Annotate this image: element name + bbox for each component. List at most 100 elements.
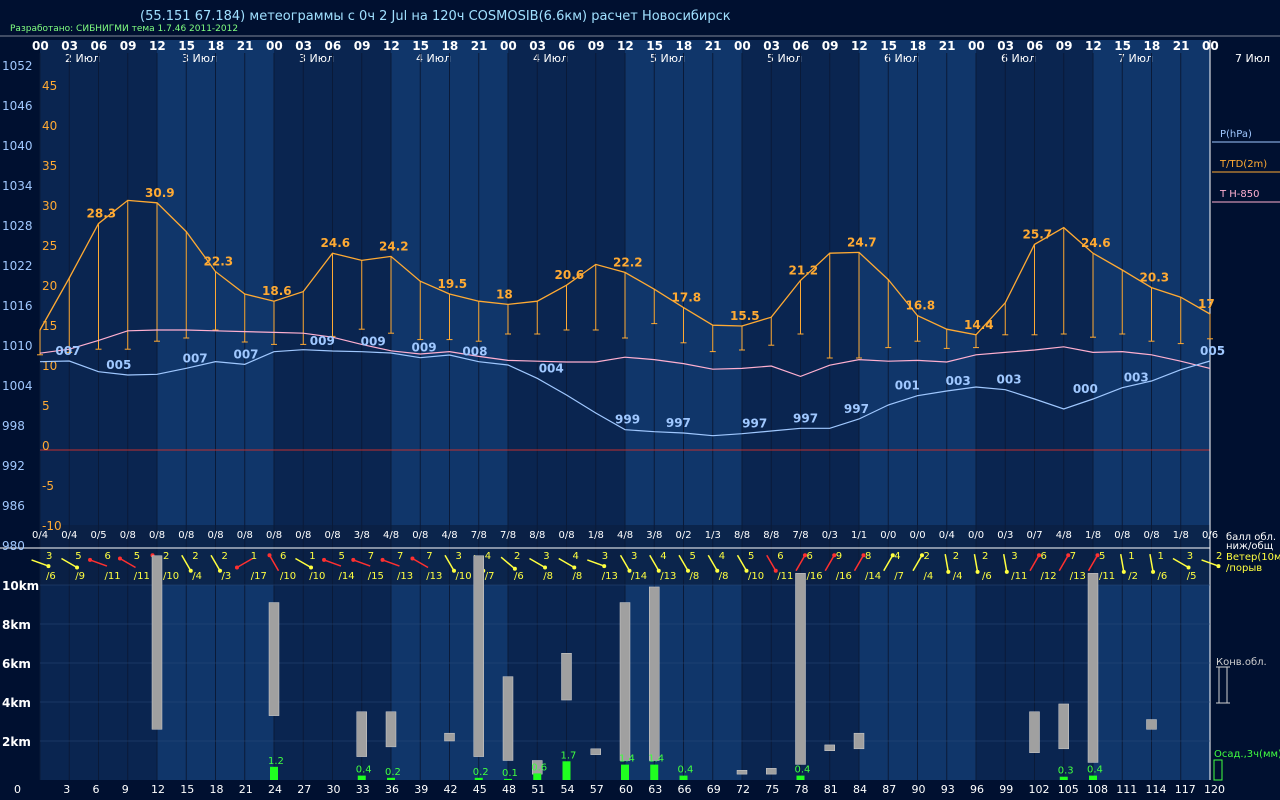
wind-gust: /11 xyxy=(105,571,121,582)
hour-label: 03 xyxy=(295,39,312,53)
conv-cloud-bar xyxy=(385,711,397,748)
conv-cloud-bar xyxy=(356,711,367,757)
wind-speed: 5 xyxy=(1099,551,1105,562)
pressure-value-label: 008 xyxy=(462,345,487,359)
hour-label: 09 xyxy=(588,39,605,53)
legend-cloud2: ниж/общ xyxy=(1226,541,1273,552)
conv-cloud-bar xyxy=(473,555,484,757)
pressure-value-label: 997 xyxy=(742,417,767,431)
wind-arrowhead xyxy=(1004,569,1009,574)
precip-label: 0.4 xyxy=(795,765,811,776)
bottom-hour-label: 57 xyxy=(590,783,604,796)
bottom-hour-label: 36 xyxy=(385,783,399,796)
precip-bar xyxy=(270,766,278,780)
pressure-value-label: 003 xyxy=(997,373,1022,387)
date-label: 2 Июл xyxy=(65,52,100,65)
wind-gust: /4 xyxy=(924,571,934,582)
cloud-cover-label: 0/2 xyxy=(676,530,692,541)
cloud-cover-label: 0/8 xyxy=(1144,530,1160,541)
wind-arrowhead xyxy=(309,565,314,570)
wind-speed: 6 xyxy=(1041,551,1047,562)
wind-speed: 8 xyxy=(865,551,871,562)
wind-arrowhead xyxy=(410,556,415,561)
bottom-hour-label: 39 xyxy=(414,783,428,796)
hour-label: 21 xyxy=(1173,39,1190,53)
wind-speed: 6 xyxy=(105,551,111,562)
bottom-hour-label: 24 xyxy=(268,783,282,796)
temp-value-label: 24.6 xyxy=(1081,236,1111,250)
pressure-value-label: 009 xyxy=(310,334,335,348)
wind-speed: 3 xyxy=(602,551,608,562)
pressure-tick: 1028 xyxy=(2,219,33,233)
temp-value-label: 14.4 xyxy=(964,318,994,332)
cloud-cover-label: 0/0 xyxy=(968,530,984,541)
hour-label: 15 xyxy=(880,39,897,53)
precip-bar xyxy=(533,773,542,780)
temp-tick: 35 xyxy=(42,159,57,173)
wind-gust: /5 xyxy=(1187,571,1197,582)
hour-label: 03 xyxy=(763,39,780,53)
bottom-hour-label: 96 xyxy=(970,783,984,796)
wind-speed: 5 xyxy=(690,551,696,562)
bottom-hour-label: 69 xyxy=(707,783,721,796)
hour-label: 18 xyxy=(1144,39,1161,53)
legend-precip: Осад.,3ч(мм) xyxy=(1214,749,1280,760)
bottom-hour-label: 102 xyxy=(1029,783,1050,796)
precip-label: 0.1 xyxy=(502,768,518,779)
bottom-hour-label: 90 xyxy=(912,783,926,796)
precip-label: 0.2 xyxy=(385,767,401,778)
wind-speed: 2 xyxy=(953,551,959,562)
precip-label: 1.4 xyxy=(648,754,664,765)
bottom-hour-label: 45 xyxy=(473,783,487,796)
wind-gust: /6 xyxy=(982,571,992,582)
wind-gust: /13 xyxy=(660,571,676,582)
bottom-hour-label: 18 xyxy=(210,783,224,796)
wind-arrowhead xyxy=(1216,564,1221,569)
hour-label: 21 xyxy=(471,39,488,53)
bottom-hour-label: 93 xyxy=(941,783,955,796)
height-tick: 10km xyxy=(2,579,39,593)
cloud-cover-label: 0/7 xyxy=(1027,530,1043,541)
pressure-value-label: 997 xyxy=(793,411,818,425)
cloud-cover-label: 0/4 xyxy=(61,530,77,541)
wind-gust: /6 xyxy=(514,571,524,582)
conv-cloud-bar xyxy=(619,602,631,761)
cloud-cover-label: 7/8 xyxy=(793,530,809,541)
conv-cloud-bar xyxy=(795,573,806,765)
cloud-cover-label: 0/8 xyxy=(266,530,282,541)
hour-label: 09 xyxy=(120,39,137,53)
hour-label: 12 xyxy=(383,39,400,53)
bottom-hour-label: 30 xyxy=(327,783,341,796)
wind-arrowhead xyxy=(1121,569,1126,574)
hour-label: 12 xyxy=(617,39,634,53)
wind-speed: 4 xyxy=(894,551,900,562)
wind-gust: /14 xyxy=(339,571,355,582)
pressure-value-label: 007 xyxy=(183,351,208,365)
wind-arrowhead xyxy=(234,565,239,570)
legend-conv: Конв.обл. xyxy=(1216,657,1267,668)
pressure-value-label: 009 xyxy=(361,335,386,349)
pressure-tick: 998 xyxy=(2,419,25,433)
hour-label: 00 xyxy=(968,39,985,53)
date-label: 4 Июл xyxy=(416,52,451,65)
wind-gust: /11 xyxy=(1099,571,1115,582)
pressure-tick: 1034 xyxy=(2,179,33,193)
pressure-value-label: 003 xyxy=(946,374,971,388)
cloud-cover-label: 0/8 xyxy=(208,530,224,541)
wind-gust: /11 xyxy=(1011,571,1027,582)
pressure-value-label: 005 xyxy=(1200,344,1225,358)
hour-label: 15 xyxy=(178,39,195,53)
bottom-hour-label: 3 xyxy=(63,783,70,796)
pressure-value-label: 004 xyxy=(539,361,564,375)
hour-label: 12 xyxy=(1085,39,1102,53)
wind-arrowhead xyxy=(543,565,548,570)
wind-gust: /16 xyxy=(807,571,823,582)
bottom-hour-label: 48 xyxy=(502,783,516,796)
cloud-cover-label: 0/8 xyxy=(325,530,341,541)
pressure-value-label: 997 xyxy=(844,402,869,416)
cloud-cover-label: 3/8 xyxy=(354,530,370,541)
conv-cloud-bar xyxy=(766,768,777,775)
wind-gust: /10 xyxy=(456,571,472,582)
wind-arrowhead xyxy=(975,569,980,574)
precip-label: 0.6 xyxy=(531,762,547,773)
